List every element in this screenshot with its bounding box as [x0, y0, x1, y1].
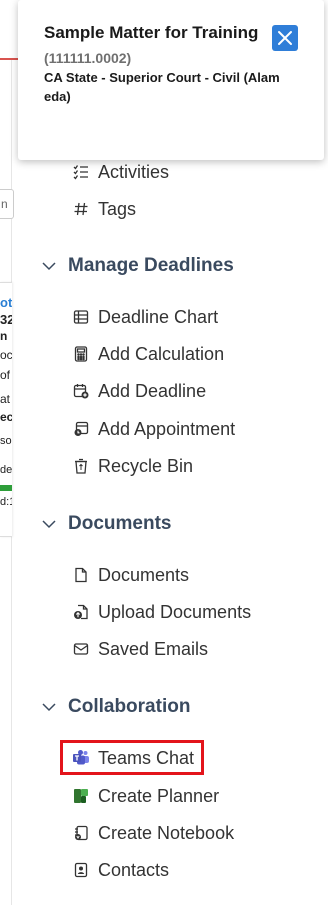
menu-item-upload-documents[interactable]: Upload Documents [72, 599, 251, 625]
appointment-icon [72, 420, 90, 438]
background-text: 32 [0, 313, 12, 326]
background-text: oc [0, 349, 12, 361]
section-documents[interactable]: Documents [40, 510, 171, 538]
table-icon [72, 308, 90, 326]
background-text: n [1, 198, 8, 210]
section-label: Manage Deadlines [68, 255, 234, 276]
mail-icon [72, 640, 90, 658]
menu-item-label: Contacts [98, 859, 170, 880]
menu-item-documents[interactable]: Documents [72, 562, 189, 588]
background-header [0, 0, 18, 60]
background-progress [0, 485, 12, 491]
background-text: of [0, 369, 11, 381]
hash-icon [72, 200, 90, 218]
calendar-add-icon [72, 382, 90, 400]
section-label: Collaboration [68, 696, 191, 717]
chevron-down-icon [40, 257, 58, 275]
upload-icon [72, 603, 90, 621]
background-search-field: n [0, 189, 14, 219]
menu-item-saved-emails[interactable]: Saved Emails [72, 636, 208, 662]
matter-court: CA State - Superior Court - Civil (Alame… [44, 70, 280, 104]
background-text: ot [0, 296, 12, 309]
menu-item-label: Teams Chat [98, 747, 195, 768]
teams-icon [72, 749, 90, 767]
menu-item-label: Recycle Bin [98, 455, 194, 476]
matter-title: Sample Matter for Training [44, 23, 259, 42]
calculator-icon [72, 345, 90, 363]
menu-item-label: Deadline Chart [98, 306, 219, 327]
section-collaboration[interactable]: Collaboration [40, 693, 190, 721]
menu-item-create-planner[interactable]: Create Planner [72, 783, 219, 809]
background-text: de [0, 465, 12, 476]
menu-item-deadline-chart[interactable]: Deadline Chart [72, 304, 218, 330]
menu-item-label: Upload Documents [98, 601, 252, 622]
menu-item-add-calculation[interactable]: Add Calculation [72, 341, 224, 367]
planner-icon [72, 787, 90, 805]
menu-item-label: Saved Emails [98, 638, 209, 659]
close-button[interactable] [272, 25, 298, 51]
menu-item-teams-chat[interactable]: Teams Chat [72, 745, 194, 771]
menu-item-tags[interactable]: Tags [72, 196, 136, 222]
recycle-bin-icon [72, 457, 90, 475]
menu-item-add-appointment[interactable]: Add Appointment [72, 416, 235, 442]
menu-item-contacts[interactable]: Contacts [72, 857, 169, 883]
matter-number: (111111.0002) [44, 50, 132, 66]
background-text: ec [0, 411, 12, 423]
background-text: so [0, 436, 12, 447]
checklist-icon [72, 163, 90, 181]
chevron-down-icon [40, 515, 58, 533]
menu-item-recycle-bin[interactable]: Recycle Bin [72, 453, 193, 479]
menu-item-label: Add Deadline [98, 380, 207, 401]
background-text: d:1 [0, 497, 12, 508]
menu-item-label: Activities [98, 161, 170, 182]
close-icon [278, 31, 292, 45]
document-icon [72, 566, 90, 584]
menu-item-label: Create Notebook [98, 822, 235, 843]
matter-info-popup: Sample Matter for Training (111111.0002)… [18, 0, 324, 160]
background-text: n [0, 330, 8, 342]
section-label: Documents [68, 513, 172, 534]
menu-item-label: Documents [98, 564, 190, 585]
menu-item-label: Add Calculation [98, 343, 225, 364]
chevron-down-icon [40, 698, 58, 716]
section-manage-deadlines[interactable]: Manage Deadlines [40, 252, 234, 280]
background-text: at [0, 393, 11, 405]
menu-item-activities[interactable]: Activities [72, 159, 169, 185]
menu-item-label: Create Planner [98, 785, 220, 806]
menu-item-create-notebook[interactable]: Create Notebook [72, 820, 234, 846]
notebook-icon [72, 824, 90, 842]
menu-item-label: Tags [98, 198, 137, 219]
contact-card-icon [72, 861, 90, 879]
menu-item-add-deadline[interactable]: Add Deadline [72, 378, 206, 404]
menu-item-label: Add Appointment [98, 418, 236, 439]
